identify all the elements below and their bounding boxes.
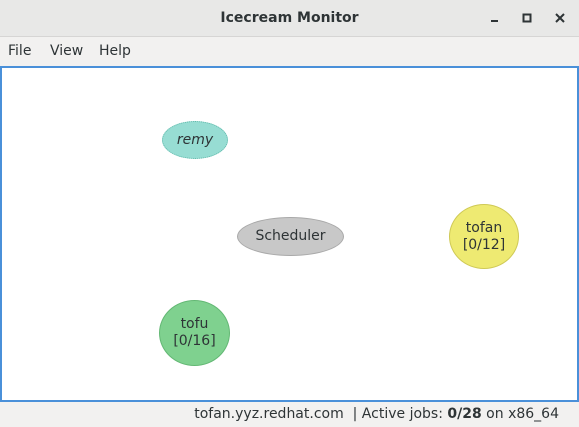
node-scheduler-label: Scheduler bbox=[255, 228, 326, 244]
node-tofu[interactable]: tofu [0/16] bbox=[159, 300, 230, 366]
close-button[interactable] bbox=[550, 8, 570, 28]
node-remy-label: remy bbox=[176, 131, 214, 148]
status-text: tofan.yyz.redhat.com | Active jobs: 0/28… bbox=[194, 402, 559, 427]
node-tofu-jobs: [0/16] bbox=[173, 333, 216, 349]
menu-bar: File View Help bbox=[0, 37, 579, 65]
menu-file[interactable]: File bbox=[8, 37, 31, 65]
maximize-button[interactable] bbox=[517, 8, 537, 28]
status-bar: tofan.yyz.redhat.com | Active jobs: 0/28… bbox=[0, 402, 579, 427]
status-active-label: | Active jobs: bbox=[352, 406, 443, 422]
status-host: tofan.yyz.redhat.com bbox=[194, 406, 344, 422]
minimize-button[interactable] bbox=[484, 8, 504, 28]
node-tofan-jobs: [0/12] bbox=[462, 236, 506, 253]
node-remy[interactable]: remy bbox=[162, 121, 228, 159]
maximize-icon bbox=[522, 13, 532, 23]
node-tofan[interactable]: tofan [0/12] bbox=[449, 204, 519, 269]
node-tofu-label: tofu bbox=[180, 316, 209, 332]
cluster-view[interactable]: remy Scheduler tofan [0/12] tofu [0/16] bbox=[0, 66, 579, 402]
status-arch-prefix: on bbox=[486, 406, 504, 422]
menu-view[interactable]: View bbox=[50, 37, 83, 65]
title-bar: Icecream Monitor bbox=[0, 0, 579, 37]
minimize-icon bbox=[491, 20, 498, 22]
node-tofan-label: tofan bbox=[465, 219, 503, 236]
close-icon bbox=[555, 13, 565, 23]
menu-help[interactable]: Help bbox=[99, 37, 131, 65]
status-arch: x86_64 bbox=[508, 406, 559, 422]
node-scheduler[interactable]: Scheduler bbox=[237, 217, 344, 256]
status-active-jobs: 0/28 bbox=[447, 406, 482, 422]
